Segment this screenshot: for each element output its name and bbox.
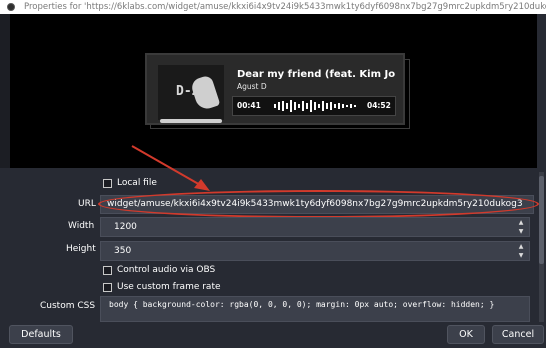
custom-frame-rate-checkbox[interactable] (103, 283, 112, 292)
form-scrollbar[interactable] (539, 172, 544, 322)
chevron-down-icon[interactable]: ▼ (513, 227, 529, 236)
custom-css-label: Custom CSS (40, 301, 96, 311)
title-bar: Properties for 'https://6klabs.com/widge… (0, 0, 546, 14)
height-spinbox-arrows[interactable]: ▲ ▼ (513, 242, 529, 260)
chevron-up-icon[interactable]: ▲ (513, 242, 529, 251)
cancel-button[interactable]: Cancel (492, 325, 544, 344)
width-spinbox-arrows[interactable]: ▲ ▼ (513, 218, 529, 236)
waveform-icon (274, 100, 356, 112)
obs-app-icon (7, 3, 15, 11)
url-label: URL (78, 199, 96, 209)
custom-css-textarea[interactable]: body { background-color: rgba(0, 0, 0, 0… (100, 296, 530, 322)
window-title: Properties for 'https://6klabs.com/widge… (24, 2, 546, 12)
width-spinbox[interactable]: 1200 (100, 217, 530, 237)
height-spinbox[interactable]: 350 (100, 241, 530, 261)
song-title: Dear my friend (feat. Kim Jon (237, 69, 395, 80)
ok-button[interactable]: OK (447, 325, 485, 344)
current-time: 00:41 (237, 101, 261, 110)
song-artist: Agust D (237, 82, 267, 91)
height-label: Height (66, 244, 96, 254)
album-art: D-2 (158, 65, 224, 120)
url-input[interactable]: widget/amuse/kkxi6i4x9tv24i9k5433mwk1ty6… (100, 195, 534, 214)
preview-left-border (0, 14, 10, 168)
defaults-button[interactable]: Defaults (9, 325, 73, 344)
chevron-down-icon[interactable]: ▼ (513, 251, 529, 260)
width-label: Width (68, 221, 95, 231)
control-audio-checkbox[interactable] (103, 266, 112, 275)
control-audio-label: Control audio via OBS (117, 265, 216, 275)
properties-dialog: Properties for 'https://6klabs.com/widge… (0, 0, 546, 348)
chevron-up-icon[interactable]: ▲ (513, 218, 529, 227)
album-art-figure (189, 74, 221, 112)
total-time: 04:52 (367, 101, 391, 110)
local-file-label: Local file (117, 178, 157, 188)
player-progress-bar (160, 119, 222, 123)
custom-frame-rate-label: Use custom frame rate (117, 282, 221, 292)
local-file-checkbox[interactable] (103, 179, 112, 188)
scrollbar-thumb[interactable] (539, 176, 544, 264)
